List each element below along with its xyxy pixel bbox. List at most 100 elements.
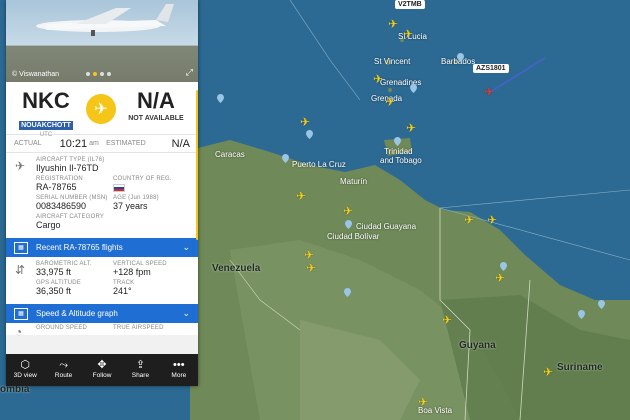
map-label-trinidad: Trinidad	[384, 147, 413, 156]
share-button[interactable]: ⇪ Share	[121, 354, 159, 386]
aircraft-icon[interactable]: ✈	[495, 272, 505, 284]
route-icon: ⤳	[59, 359, 69, 371]
map-label-ciudad-bolivar: Ciudad Bolívar	[327, 232, 380, 241]
airport-pin-icon[interactable]	[598, 300, 605, 309]
flight-callout-v2tmb[interactable]: V2TMB	[395, 0, 425, 9]
baro-altitude-value: 33,975 ft	[36, 267, 72, 277]
aircraft-icon[interactable]: ✈	[442, 314, 452, 326]
more-button[interactable]: ••• More	[160, 354, 198, 386]
vertical-speed-value: +128 fpm	[113, 267, 151, 277]
airplane-icon: ✈	[86, 94, 116, 124]
aircraft-icon[interactable]: ✈	[373, 73, 383, 85]
destination-block[interactable]: N/A NOT AVAILABLE	[116, 88, 196, 122]
speed-altitude-label: Speed & Altitude graph	[36, 309, 118, 318]
actual-time-suffix: am	[89, 140, 99, 147]
aircraft-icon[interactable]: ✈	[304, 249, 314, 261]
photo-credit[interactable]: © Viswanathan	[12, 71, 59, 78]
origin-name: NOUAKCHOTT	[19, 121, 73, 130]
registration-value[interactable]: RA-78765	[36, 182, 113, 192]
airport-pin-icon[interactable]	[282, 154, 289, 163]
3d-cube-icon: ⬡	[20, 359, 30, 371]
aircraft-icon[interactable]: ✈	[385, 96, 395, 108]
aircraft-icon[interactable]: ✈	[543, 366, 553, 378]
gps-altitude-value: 36,350 ft	[36, 286, 72, 296]
aircraft-photo[interactable]: © Viswanathan ⤢	[6, 0, 198, 82]
aircraft-section: ✈ AIRCRAFT TYPE (IL76) Ilyushin Il-76TD …	[6, 152, 198, 237]
graph-icon: ▦	[14, 307, 28, 320]
selected-aircraft-icon[interactable]: ✈	[484, 86, 494, 98]
ground-speed-label: GROUND SPEED	[36, 325, 88, 331]
category-value: Cargo	[36, 220, 61, 230]
3d-view-label: 3D view	[13, 372, 37, 379]
aircraft-icon[interactable]: ✈	[388, 18, 398, 30]
recent-flights-bar[interactable]: ▦ Recent RA-78765 flights ⌄	[6, 237, 198, 257]
track-value: 241°	[113, 286, 132, 296]
airport-pin-icon[interactable]	[410, 84, 417, 93]
airport-pin-icon[interactable]	[217, 94, 224, 103]
airport-pin-icon[interactable]	[344, 288, 351, 297]
carousel-dot[interactable]	[86, 72, 90, 76]
airport-pin-icon[interactable]	[306, 130, 313, 139]
origin-code: NKC	[22, 88, 70, 113]
3d-view-button[interactable]: ⬡ 3D view	[6, 354, 44, 386]
expand-icon[interactable]: ⤢	[186, 67, 193, 78]
chevron-down-icon: ⌄	[182, 242, 190, 252]
estimated-label: ESTIMATED	[106, 140, 146, 147]
more-dots-icon: •••	[173, 359, 185, 371]
serial-value: 0083486590	[36, 201, 87, 211]
estimated-time: N/A	[171, 137, 190, 150]
chevron-down-icon: ⌄	[182, 308, 190, 318]
actual-label: ACTUAL	[14, 140, 42, 147]
route-button[interactable]: ⤳ Route	[44, 354, 82, 386]
follow-arrows-icon: ✥	[97, 359, 107, 371]
aircraft-icon[interactable]: ✈	[300, 116, 310, 128]
share-icon: ⇪	[135, 359, 146, 371]
origin-block[interactable]: NKC NOUAKCHOTT UTC	[6, 88, 86, 138]
origin-timezone: UTC	[39, 132, 53, 138]
speed-icon: ◔	[15, 325, 23, 339]
carousel-dot[interactable]	[107, 72, 111, 76]
aircraft-icon[interactable]: ✈	[487, 214, 497, 226]
carousel-dot[interactable]	[100, 72, 104, 76]
russia-flag-icon	[113, 184, 125, 192]
photo-carousel-dots[interactable]	[86, 72, 111, 76]
share-label: Share	[131, 372, 150, 379]
aircraft-icon[interactable]: ✈	[406, 122, 416, 134]
aircraft-type-icon: ✈	[15, 159, 26, 173]
country-label: COUNTRY OF REG.	[113, 176, 172, 182]
map-label-puerto-la-cruz: Puerto La Cruz	[292, 160, 346, 169]
airport-pin-icon[interactable]	[345, 220, 352, 229]
map-label-ciudad-guayana: Ciudad Guayana	[356, 222, 417, 231]
follow-button[interactable]: ✥ Follow	[83, 354, 121, 386]
panel-scrollbar[interactable]	[196, 90, 198, 240]
bottom-toolbar: ⬡ 3D view ⤳ Route ✥ Follow ⇪ Share ••• M…	[6, 354, 198, 386]
map-label-maturin: Maturín	[340, 177, 368, 186]
aircraft-icon[interactable]: ✈	[296, 190, 306, 202]
aircraft-icon[interactable]: ✈	[418, 396, 428, 408]
airport-pin-icon[interactable]	[500, 262, 507, 271]
aircraft-type-value: Ilyushin Il-76TD	[36, 163, 99, 173]
aircraft-icon[interactable]: ✈	[343, 205, 353, 217]
airport-pin-icon[interactable]	[457, 53, 464, 62]
carousel-dot-active[interactable]	[93, 72, 97, 76]
map-label-suriname: Suriname	[557, 362, 603, 373]
map-label-venezuela: Venezuela	[212, 263, 261, 274]
true-airspeed-label: TRUE AIRSPEED	[113, 325, 164, 331]
flight-callout-azs1801[interactable]: AZS1801	[473, 64, 509, 73]
calendar-grid-icon: ▦	[14, 241, 28, 254]
aircraft-icon[interactable]: ✈	[464, 214, 474, 226]
actual-time: 10:21	[59, 137, 88, 150]
airport-pin-icon[interactable]	[394, 137, 401, 146]
recent-flights-label: Recent RA-78765 flights	[36, 243, 123, 252]
airport-pin-icon[interactable]	[578, 310, 585, 319]
destination-code: N/A	[137, 88, 175, 113]
aircraft-icon[interactable]: ✈	[306, 262, 316, 274]
speed-altitude-graph-bar[interactable]: ▦ Speed & Altitude graph ⌄	[6, 303, 198, 323]
map-label-guyana: Guyana	[459, 340, 496, 351]
route-label: Route	[54, 372, 73, 379]
map-label-caracas: Caracas	[215, 150, 245, 159]
speed-section: ◔ GROUND SPEED TRUE AIRSPEED	[6, 323, 198, 339]
aircraft-icon[interactable]: ✈	[403, 28, 413, 40]
flight-info-panel: © Viswanathan ⤢ NKC NOUAKCHOTT UTC ✈ N/A…	[6, 0, 198, 386]
map-label-st-vincent: St Vincent	[374, 57, 411, 66]
